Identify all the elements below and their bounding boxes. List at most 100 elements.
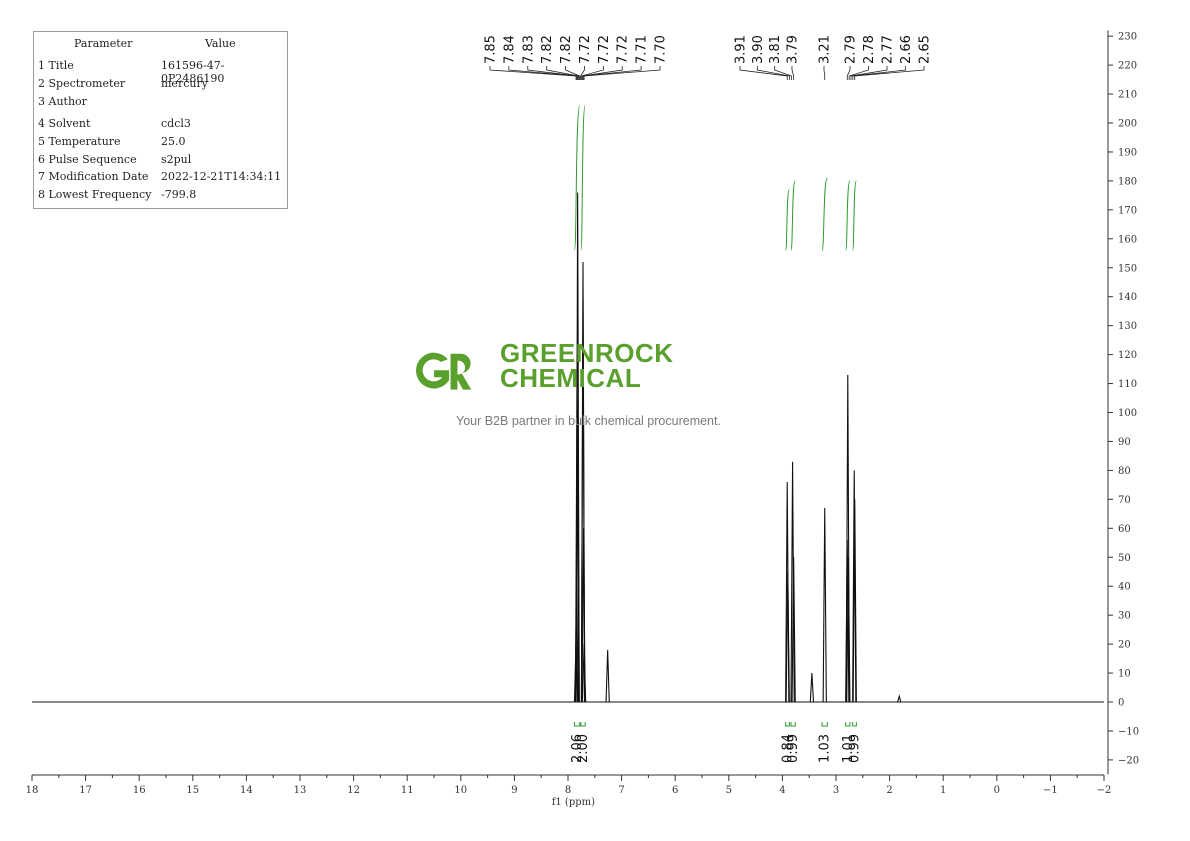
parameter-value: mercury — [161, 77, 208, 90]
spectrum-layer — [32, 192, 1104, 703]
y-tick-label: 40 — [1118, 582, 1131, 593]
y-tick-label: 160 — [1118, 234, 1137, 245]
x-tick-label: 16 — [133, 785, 146, 796]
spectrum-peak — [897, 694, 902, 703]
x-tick-label: 2 — [886, 785, 892, 796]
peak-label: 7.85 — [484, 35, 499, 64]
peak-label: 2.66 — [899, 35, 914, 64]
x-tick-label: 15 — [186, 785, 199, 796]
x-tick-label: 8 — [565, 785, 571, 796]
x-axis-label: f1 (ppm) — [552, 797, 595, 808]
y-tick-label: 230 — [1118, 32, 1137, 43]
greenrock-logo-icon — [416, 352, 472, 390]
peak-label: 7.84 — [502, 35, 517, 64]
peak-label: 3.21 — [818, 35, 833, 64]
x-tick-label: 14 — [240, 785, 253, 796]
y-tick-label: 30 — [1118, 611, 1131, 622]
integral-bracket — [580, 722, 586, 727]
integral-bracket — [790, 722, 796, 727]
integral-curve — [821, 177, 828, 251]
y-tick-label: 180 — [1118, 176, 1137, 187]
peak-label: 2.79 — [844, 35, 859, 64]
parameter-label: 4 Solvent — [38, 117, 91, 130]
parameter-value: s2pul — [161, 153, 192, 166]
integral-curve — [580, 105, 586, 251]
watermark: GREENROCK CHEMICAL Your B2B partner in b… — [412, 338, 732, 438]
integral-curve — [785, 189, 790, 251]
peak-label: 3.81 — [768, 35, 783, 64]
parameter-label: 5 Temperature — [38, 135, 121, 148]
peak-label: 7.71 — [635, 35, 650, 64]
y-tick-label: 150 — [1118, 263, 1137, 274]
peak-label: 7.72 — [616, 35, 631, 64]
integral-bracket — [785, 722, 790, 727]
x-tick-label: −1 — [1043, 785, 1058, 796]
x-tick-label: 3 — [833, 785, 839, 796]
integral-bracket — [845, 722, 851, 727]
y-tick-label: 200 — [1118, 119, 1137, 130]
parameter-table: Parameter Value 1 Title 161596-47-0P2486… — [33, 31, 288, 209]
parameter-value: -799.8 — [161, 188, 197, 201]
x-tick-label: 12 — [347, 785, 360, 796]
watermark-line2: CHEMICAL — [500, 363, 642, 393]
spectrum-peak — [809, 673, 815, 703]
x-tick-label: 18 — [26, 785, 39, 796]
y-tick-label: 80 — [1118, 466, 1131, 477]
parameter-value: cdcl3 — [161, 117, 191, 130]
peak-label-connector — [854, 66, 925, 80]
integral-bracket — [852, 722, 857, 727]
peak-label: 7.70 — [654, 35, 669, 64]
peak-label: 3.79 — [786, 35, 801, 64]
peak-label-connector — [581, 66, 623, 80]
peak-label-connector — [823, 66, 826, 80]
x-tick-label: 9 — [511, 785, 517, 796]
parameter-row: 8 Lowest Frequency -799.8 — [38, 188, 283, 202]
parameter-label: 7 Modification Date — [38, 170, 149, 183]
parameter-label: 6 Pulse Sequence — [38, 153, 137, 166]
parameter-label: 3 Author — [38, 95, 87, 108]
y-tick-label: 210 — [1118, 90, 1137, 101]
integral-value: 0.99 — [786, 734, 801, 763]
parameter-row: 4 Solvent cdcl3 — [38, 117, 283, 131]
y-tick-label: 120 — [1118, 350, 1137, 361]
x-tick-label: 17 — [79, 785, 92, 796]
y-tick-label: 110 — [1118, 379, 1137, 390]
peak-label: 3.91 — [734, 35, 749, 64]
y-tick-label: 220 — [1118, 61, 1137, 72]
peak-label: 2.78 — [862, 35, 877, 64]
y-tick-label: 0 — [1118, 698, 1124, 709]
x-tick-label: 4 — [779, 785, 785, 796]
peak-label-connector — [508, 66, 578, 80]
integral-curve — [852, 180, 857, 251]
peak-label-connector — [739, 66, 788, 80]
parameter-value: 2022-12-21T14:34:11 — [161, 170, 282, 183]
parameter-row: 3 Author — [38, 95, 283, 109]
y-tick-label: 130 — [1118, 321, 1137, 332]
x-tick-label: 6 — [672, 785, 678, 796]
parameter-label: 8 Lowest Frequency — [38, 188, 152, 201]
y-tick-label: −20 — [1118, 755, 1139, 766]
x-tick-label: 7 — [618, 785, 624, 796]
integral-curve — [845, 180, 851, 251]
y-tick-label: 190 — [1118, 147, 1137, 158]
parameter-row: 6 Pulse Sequence s2pul — [38, 153, 283, 167]
peak-label: 3.90 — [751, 35, 766, 64]
integral-bracket — [573, 722, 581, 727]
y-tick-label: 70 — [1118, 495, 1131, 506]
parameter-value: 25.0 — [161, 135, 186, 148]
peak-label-connector — [848, 66, 869, 80]
integral-bracket — [821, 722, 828, 727]
integral-value: 0.99 — [847, 734, 862, 763]
y-tick-label: 170 — [1118, 205, 1137, 216]
parameter-row: 2 Spectrometer mercury — [38, 77, 283, 91]
peak-label-connector — [846, 66, 851, 80]
peak-label-connector — [791, 66, 795, 80]
y-tick-label: 20 — [1118, 640, 1131, 651]
spectrum-peak — [605, 649, 610, 703]
peak-label-layer: 7.85 7.84 7.83 7.82 7.82 7.72 7.72 7.72 7.71 7.70… — [484, 35, 933, 80]
y-tick-label: −10 — [1118, 726, 1139, 737]
y-tick-label: 90 — [1118, 437, 1131, 448]
integral-value: 2.00 — [576, 734, 591, 763]
y-tick-label: 140 — [1118, 292, 1137, 303]
peak-label: 7.72 — [578, 35, 593, 64]
